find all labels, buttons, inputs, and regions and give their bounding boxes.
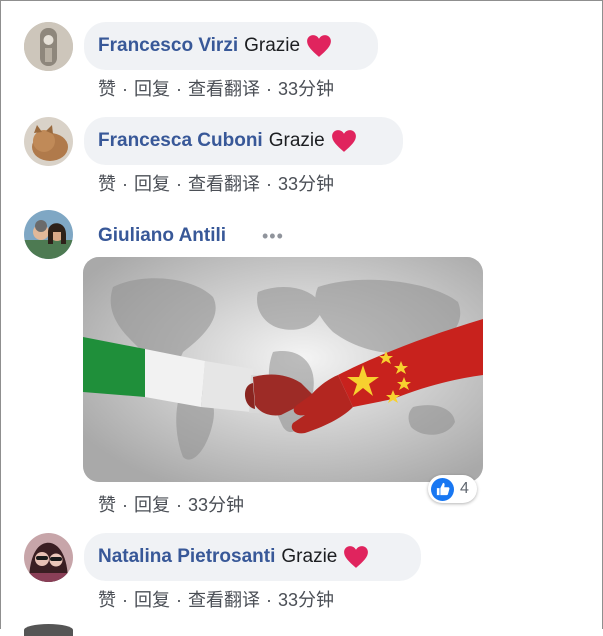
avatar-image: [24, 22, 73, 71]
author-name[interactable]: Francesco Virzi: [98, 35, 238, 57]
timestamp[interactable]: 33分钟: [278, 75, 334, 101]
comment-actions: 赞 · 回复 · 33分钟: [98, 491, 244, 517]
reaction-count: 4: [460, 480, 469, 497]
comment-bubble: Francesco Virzi Grazie: [84, 22, 378, 70]
avatar[interactable]: [24, 22, 73, 71]
timestamp[interactable]: 33分钟: [278, 170, 334, 196]
like-link[interactable]: 赞: [98, 75, 116, 101]
translate-link[interactable]: 查看翻译: [188, 170, 260, 196]
avatar-image: [24, 117, 73, 166]
author-name[interactable]: Giuliano Antili: [98, 225, 226, 247]
comment-text: Grazie: [268, 130, 325, 151]
avatar[interactable]: [24, 624, 73, 636]
handshake-image: [83, 257, 483, 482]
like-link[interactable]: 赞: [98, 491, 116, 517]
reaction-summary[interactable]: 4: [428, 475, 477, 503]
comment-actions: 赞 · 回复 · 查看翻译 · 33分钟: [98, 170, 334, 196]
translate-link[interactable]: 查看翻译: [188, 75, 260, 101]
comment-actions: 赞 · 回复 · 查看翻译 · 33分钟: [98, 75, 334, 101]
reply-link[interactable]: 回复: [134, 75, 170, 101]
comment-bubble: Francesca Cuboni Grazie: [84, 117, 403, 165]
separator: ·: [122, 590, 128, 610]
comment-actions: 赞 · 回复 · 查看翻译 · 33分钟: [98, 586, 334, 612]
heart-icon: [344, 546, 369, 568]
separator: ·: [176, 79, 182, 99]
author-name[interactable]: Natalina Pietrosanti: [98, 546, 275, 568]
comment-bubble: Natalina Pietrosanti Grazie: [84, 533, 421, 581]
comment-text: Grazie: [281, 546, 338, 567]
avatar-image: [24, 210, 73, 259]
like-icon: [431, 477, 454, 501]
separator: ·: [176, 495, 182, 515]
reply-link[interactable]: 回复: [134, 491, 170, 517]
avatar[interactable]: [24, 533, 73, 582]
translate-link[interactable]: 查看翻译: [188, 586, 260, 612]
separator: ·: [266, 590, 272, 610]
avatar[interactable]: [24, 210, 73, 259]
heart-icon: [307, 35, 331, 57]
avatar-image: [24, 533, 73, 582]
timestamp[interactable]: 33分钟: [278, 586, 334, 612]
separator: ·: [122, 495, 128, 515]
author-name[interactable]: Francesca Cuboni: [98, 130, 263, 152]
comment-image[interactable]: [83, 257, 483, 482]
timestamp[interactable]: 33分钟: [188, 491, 244, 517]
comment-text: Grazie: [244, 35, 301, 56]
separator: ·: [266, 79, 272, 99]
heart-icon: [331, 130, 356, 152]
separator: ·: [266, 174, 272, 194]
separator: ·: [176, 590, 182, 610]
more-options-icon[interactable]: •••: [262, 226, 284, 247]
separator: ·: [176, 174, 182, 194]
like-link[interactable]: 赞: [98, 170, 116, 196]
reply-link[interactable]: 回复: [134, 586, 170, 612]
separator: ·: [122, 174, 128, 194]
like-link[interactable]: 赞: [98, 586, 116, 612]
reply-link[interactable]: 回复: [134, 170, 170, 196]
avatar[interactable]: [24, 117, 73, 166]
separator: ·: [122, 79, 128, 99]
